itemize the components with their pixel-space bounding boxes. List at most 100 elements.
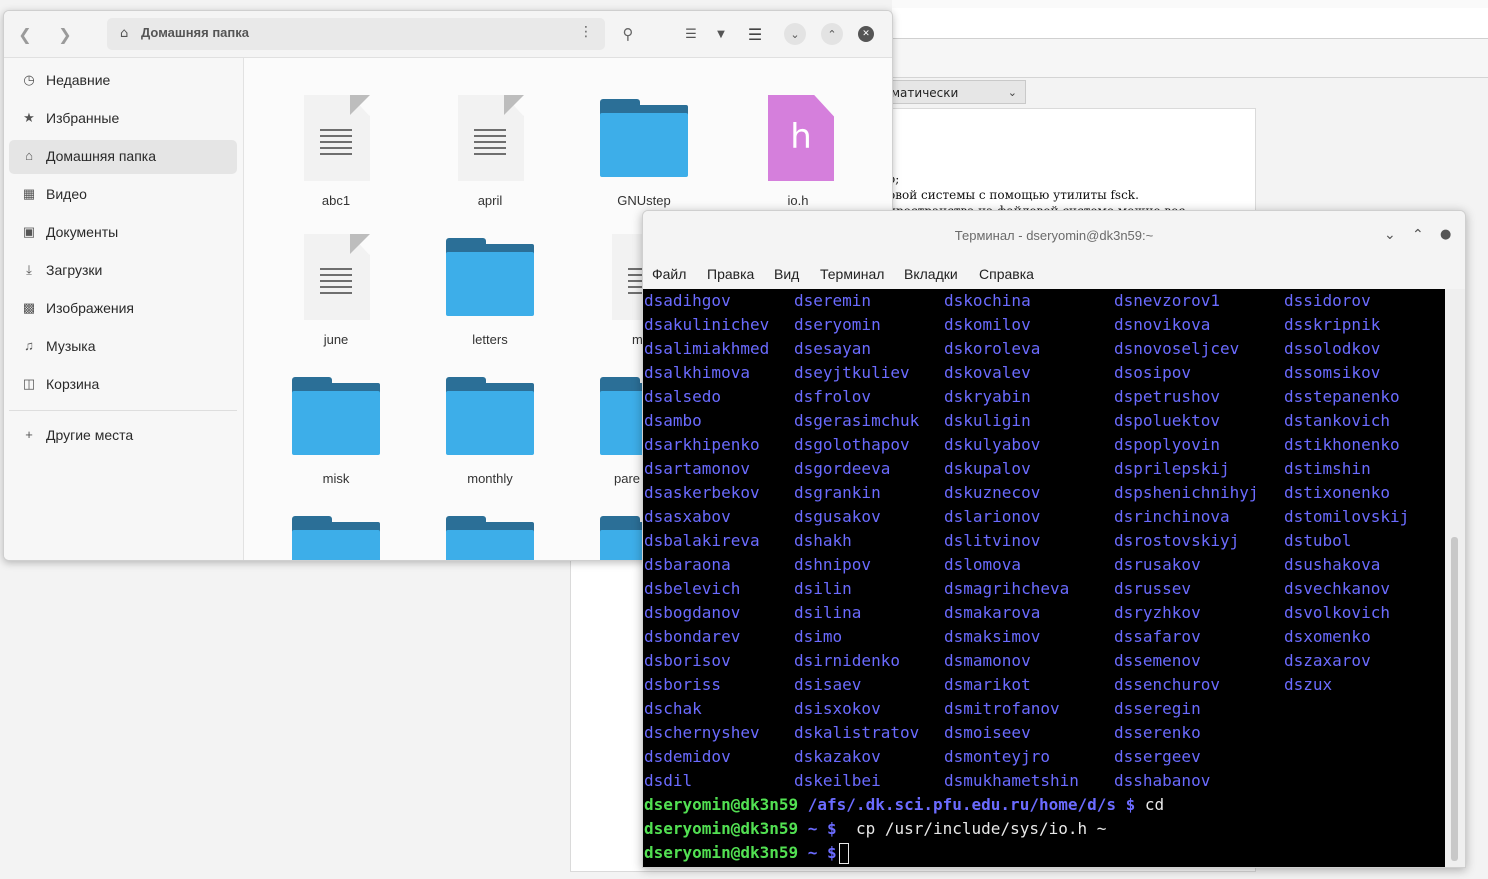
sidebar-item-recent[interactable]: ◷ Недавние: [9, 64, 237, 98]
directory-entry: dsmoiseev: [944, 723, 1031, 742]
folder-item-monthly[interactable]: monthly: [420, 345, 560, 486]
directory-entry: dssomsikov: [1284, 363, 1381, 382]
file-item-abc1[interactable]: abc1: [266, 67, 406, 208]
directory-entry: dskeilbei: [794, 771, 881, 790]
directory-entry: dsmagrihcheva: [944, 579, 1070, 598]
folder-item[interactable]: [420, 484, 560, 560]
directory-entry: dsmarikot: [944, 675, 1031, 694]
directory-entry: dsrostovskiyj: [1114, 531, 1240, 550]
sidebar-item-home[interactable]: ⌂ Домашняя папка: [9, 140, 237, 174]
directory-entry: dstankovich: [1284, 411, 1390, 430]
directory-entry: dsmamonov: [944, 651, 1031, 670]
maximize-button[interactable]: ⌃: [1412, 227, 1424, 243]
close-button[interactable]: ✕: [858, 26, 874, 42]
terminal-scrollbar[interactable]: [1445, 289, 1465, 867]
text-file-icon: [458, 95, 524, 181]
view-options-button[interactable]: ▼: [708, 21, 734, 47]
directory-entry: dsgusakov: [794, 507, 881, 526]
directory-entry: dsgolothapov: [794, 435, 910, 454]
directory-entry: dstimshin: [1284, 459, 1371, 478]
search-button[interactable]: ⚲: [615, 21, 641, 47]
directory-entry: dstikhonenko: [1284, 435, 1400, 454]
background-zoom-combo[interactable]: матически ⌄: [884, 80, 1026, 104]
menu-tabs[interactable]: Вкладки: [904, 266, 958, 282]
directory-entry: dsbaraona: [644, 555, 731, 574]
sidebar-item-starred[interactable]: ★ Избранные: [9, 102, 237, 136]
prompt-line: dseryomin@dk3n59 ~ $: [644, 841, 849, 865]
forward-button[interactable]: ❯: [52, 21, 78, 47]
folder-item[interactable]: [266, 484, 406, 560]
path-label: Домашняя папка: [141, 25, 250, 40]
prompt-line: dseryomin@dk3n59 /afs/.dk.sci.pfu.edu.ru…: [644, 795, 1165, 814]
folder-item-letters[interactable]: letters: [420, 206, 560, 347]
folder-item-gnustep[interactable]: GNUstep: [574, 67, 714, 208]
folder-icon: [600, 99, 688, 177]
file-item-june[interactable]: june: [266, 206, 406, 347]
directory-entry: dsosipov: [1114, 363, 1192, 382]
directory-entry: dskuligin: [944, 411, 1031, 430]
list-view-icon: ☰: [685, 26, 697, 42]
search-icon: ⚲: [622, 25, 634, 43]
directory-entry: dsmukhametshin: [944, 771, 1079, 790]
sidebar-item-other-places[interactable]: + Другие места: [9, 419, 237, 453]
directory-entry: dsstepanenko: [1284, 387, 1400, 406]
directory-entry: dsgerasimchuk: [794, 411, 920, 430]
menu-help[interactable]: Справка: [979, 266, 1034, 282]
sidebar-item-downloads[interactable]: ⤓ Загрузки: [9, 254, 237, 288]
chevron-up-icon: ⌃: [827, 27, 837, 41]
path-menu-icon[interactable]: ⋮: [579, 24, 593, 40]
main-menu-button[interactable]: ☰: [742, 21, 768, 47]
directory-entry: dsushakova: [1284, 555, 1381, 574]
folder-item-misk[interactable]: misk: [266, 345, 406, 486]
terminal-output[interactable]: dsadihgov dseremin dskochina dsnevzorov1 dss…: [643, 289, 1445, 867]
menu-terminal[interactable]: Терминал: [820, 266, 884, 282]
chevron-left-icon: ❮: [18, 24, 32, 44]
path-bar[interactable]: ⌂ Домашняя папка ⋮: [107, 18, 605, 50]
directory-entry: dsrussev: [1114, 579, 1192, 598]
folder-icon: [446, 238, 534, 316]
directory-entry: dstixonenko: [1284, 483, 1390, 502]
directory-entry: dsadihgov: [644, 291, 731, 310]
file-item-io-h[interactable]: h io.h: [728, 67, 868, 208]
directory-entry: dskuznecov: [944, 483, 1041, 502]
directory-entry: dsalimiakhmed: [644, 339, 770, 358]
view-toggle-button[interactable]: ☰: [678, 21, 704, 47]
directory-entry: dsbondarev: [644, 627, 741, 646]
directory-entry: dskomilov: [944, 315, 1031, 334]
sidebar-divider: [9, 410, 237, 411]
directory-entry: dssemenov: [1114, 651, 1201, 670]
scrollbar-thumb[interactable]: [1451, 537, 1458, 861]
menu-view[interactable]: Вид: [774, 266, 799, 282]
directory-entry: dsboriss: [644, 675, 722, 694]
clock-icon: ◷: [23, 72, 35, 87]
maximize-button[interactable]: ⌃: [821, 23, 843, 45]
sidebar-item-trash[interactable]: ◫ Корзина: [9, 368, 237, 402]
directory-entry: dseryomin: [794, 315, 881, 334]
home-icon: ⌂: [120, 26, 129, 41]
directory-entry: dsxomenko: [1284, 627, 1371, 646]
menu-edit[interactable]: Правка: [707, 266, 754, 282]
sidebar-item-music[interactable]: ♫ Музыка: [9, 330, 237, 364]
directory-entry: dskryabin: [944, 387, 1031, 406]
directory-entry: dsrinchinova: [1114, 507, 1230, 526]
directory-entry: dstomilovskij: [1284, 507, 1410, 526]
directory-entry: dseremin: [794, 291, 872, 310]
background-toolbar-secondary: [892, 39, 1488, 78]
close-button[interactable]: ●: [1440, 227, 1451, 242]
minimize-button[interactable]: ⌄: [1384, 227, 1396, 243]
minimize-button[interactable]: ⌄: [784, 23, 806, 45]
directory-entry: dslarionov: [944, 507, 1041, 526]
directory-entry: dsnovoseljcev: [1114, 339, 1240, 358]
sidebar-item-documents[interactable]: ▣ Документы: [9, 216, 237, 250]
back-button[interactable]: ❮: [12, 21, 38, 47]
menu-file[interactable]: Файл: [652, 266, 686, 282]
directory-entry: dsborisov: [644, 651, 731, 670]
film-icon: ▦: [22, 186, 36, 201]
directory-entry: dsskripnik: [1284, 315, 1381, 334]
chevron-down-icon: ⌄: [1007, 86, 1017, 99]
sidebar-item-pictures[interactable]: ▩ Изображения: [9, 292, 237, 326]
caret-down-icon: ▼: [717, 28, 725, 40]
file-item-april[interactable]: april: [420, 67, 560, 208]
sidebar-item-videos[interactable]: ▦ Видео: [9, 178, 237, 212]
directory-entry: dsgordeeva: [794, 459, 891, 478]
